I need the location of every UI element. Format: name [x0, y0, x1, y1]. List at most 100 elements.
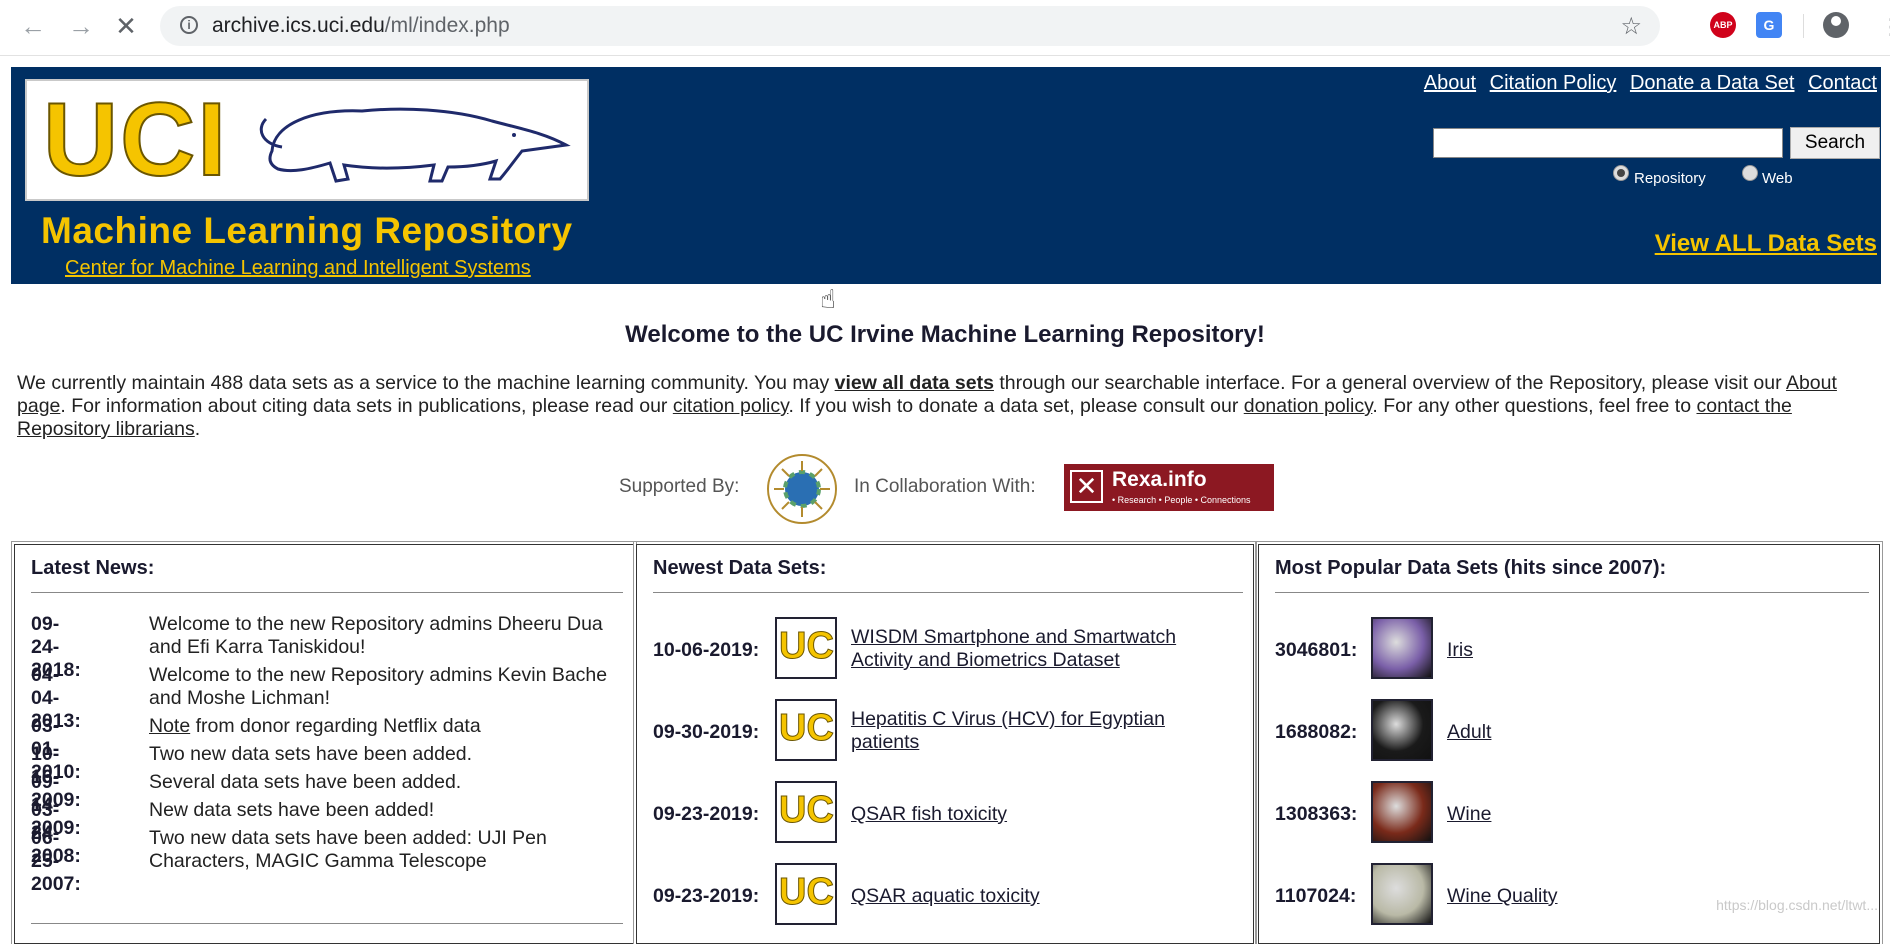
uci-logo[interactable]: UCI: [25, 79, 589, 201]
news-text: Welcome to the new Repository admins Kev…: [149, 664, 608, 709]
back-icon[interactable]: ←: [20, 13, 46, 39]
nsf-logo-icon[interactable]: [766, 453, 838, 525]
nav-citation-policy-link[interactable]: Citation Policy: [1490, 72, 1617, 94]
dataset-link[interactable]: QSAR aquatic toxicity: [851, 885, 1211, 908]
dataset-date: 10-06-2019:: [653, 639, 760, 661]
cmlis-link[interactable]: Center for Machine Learning and Intellig…: [65, 257, 531, 280]
dataset-link[interactable]: WISDM Smartphone and Smartwatch Activity…: [851, 626, 1211, 672]
url-domain: archive.ics.uci.edu: [212, 14, 385, 37]
radio-web[interactable]: [1742, 165, 1758, 181]
intro-text-6: .: [194, 418, 201, 440]
netflix-note-link[interactable]: Note: [149, 715, 190, 737]
watermark-text: https://blog.csdn.net/ltwt...: [1716, 897, 1878, 913]
wine-quality-thumbnail-icon[interactable]: [1371, 863, 1433, 925]
dataset-row: 10-06-2019: UCI WISDM Smartphone and Sma…: [653, 617, 1243, 681]
dataset-link[interactable]: Hepatitis C Virus (HCV) for Egyptian pat…: [851, 708, 1211, 754]
dataset-row: 09-30-2019: UCI Hepatitis C Virus (HCV) …: [653, 699, 1243, 763]
hit-count: 3046801:: [1275, 639, 1358, 661]
popular-datasets-title: Most Popular Data Sets (hits since 2007)…: [1275, 557, 1667, 579]
site-info-icon[interactable]: i: [180, 16, 198, 34]
adblock-plus-icon[interactable]: ABP: [1710, 12, 1736, 38]
profile-avatar-icon[interactable]: [1823, 12, 1849, 38]
latest-news-title: Latest News:: [31, 557, 155, 579]
forward-icon[interactable]: →: [68, 13, 94, 39]
search-button[interactable]: Search: [1790, 127, 1880, 159]
popular-row: 1688082: Adult: [1275, 699, 1865, 763]
news-text: Two new data sets have been added.: [149, 743, 473, 765]
dataset-date: 09-30-2019:: [653, 721, 760, 743]
dataset-date: 09-23-2019:: [653, 803, 760, 825]
news-text: Welcome to the new Repository admins Dhe…: [149, 613, 603, 658]
uci-thumbnail-icon[interactable]: UCI: [775, 699, 837, 761]
iris-thumbnail-icon[interactable]: [1371, 617, 1433, 679]
dataset-link[interactable]: QSAR fish toxicity: [851, 803, 1211, 826]
radio-web-label: Web: [1762, 170, 1793, 187]
latest-news-panel: Latest News: 09-24-2018: Welcome to the …: [11, 541, 637, 944]
top-nav: About Citation Policy Donate a Data Set …: [1416, 72, 1877, 95]
bookmark-star-icon[interactable]: ☆: [1620, 12, 1642, 41]
news-text: New data sets have been added!: [149, 799, 435, 821]
news-text: Note from donor regarding Netflix data: [149, 715, 639, 738]
donation-policy-link[interactable]: donation policy: [1244, 395, 1373, 417]
rexa-x-icon: ✕: [1070, 470, 1103, 503]
newest-datasets-panel: Newest Data Sets: 10-06-2019: UCI WISDM …: [633, 541, 1257, 944]
divider: [653, 592, 1243, 593]
stop-loading-icon[interactable]: ✕: [114, 13, 138, 39]
nav-contact-link[interactable]: Contact: [1808, 72, 1877, 94]
hit-count: 1688082:: [1275, 721, 1358, 743]
search-input[interactable]: [1433, 128, 1783, 158]
hit-count: 1308363:: [1275, 803, 1358, 825]
wine-thumbnail-icon[interactable]: [1371, 781, 1433, 843]
adult-thumbnail-icon[interactable]: [1371, 699, 1433, 761]
popular-datasets-panel: Most Popular Data Sets (hits since 2007)…: [1255, 541, 1883, 944]
dataset-link[interactable]: Iris: [1447, 639, 1807, 662]
news-date: 06-25-2007:: [31, 827, 81, 895]
nav-about-link[interactable]: About: [1424, 72, 1476, 94]
hand-cursor-icon: ☝: [820, 284, 836, 314]
supported-by-label: Supported By:: [619, 476, 740, 497]
news-text: Several data sets have been added.: [149, 771, 462, 793]
intro-text-2: through our searchable interface. For a …: [993, 372, 1786, 394]
intro-text-5: . For any other questions, feel free to: [1372, 395, 1697, 417]
popular-row: 1107024: Wine Quality: [1275, 863, 1865, 927]
popular-row: 3046801: Iris: [1275, 617, 1865, 681]
news-text: Two new data sets have been added: UJI P…: [149, 827, 547, 872]
uci-thumbnail-icon[interactable]: UCI: [775, 781, 837, 843]
dataset-link[interactable]: Wine: [1447, 803, 1807, 826]
divider: [31, 923, 623, 924]
uci-thumbnail-icon[interactable]: UCI: [775, 617, 837, 679]
dataset-row: 09-23-2019: UCI QSAR aquatic toxicity: [653, 863, 1243, 927]
welcome-heading: Welcome to the UC Irvine Machine Learnin…: [625, 321, 1265, 348]
toolbar-separator: [1803, 14, 1804, 38]
intro-text-1: We currently maintain 488 data sets as a…: [17, 372, 835, 394]
divider: [1275, 592, 1869, 593]
logo-uci-text: UCI: [42, 82, 229, 198]
divider: [31, 592, 623, 593]
popular-row: 1308363: Wine: [1275, 781, 1865, 845]
dataset-link[interactable]: Adult: [1447, 721, 1807, 744]
nav-donate-link[interactable]: Donate a Data Set: [1630, 72, 1795, 94]
url-path: /ml/index.php: [384, 14, 510, 37]
newest-datasets-title: Newest Data Sets:: [653, 557, 827, 579]
rexa-name: Rexa.info: [1112, 468, 1207, 491]
dataset-date: 09-23-2019:: [653, 885, 760, 907]
intro-paragraph: We currently maintain 488 data sets as a…: [17, 372, 1877, 441]
hit-count: 1107024:: [1275, 885, 1357, 907]
radio-repository-label: Repository: [1634, 170, 1706, 187]
url-text[interactable]: archive.ics.uci.edu/ml/index.php: [212, 14, 510, 38]
address-bar[interactable]: i archive.ics.uci.edu/ml/index.php ☆: [160, 6, 1660, 46]
site-title: Machine Learning Repository: [41, 210, 573, 251]
rexa-logo[interactable]: ✕ Rexa.info • Research • People • Connec…: [1064, 464, 1274, 511]
browser-menu-icon[interactable]: ⋮: [1880, 14, 1890, 40]
intro-text-4: . If you wish to donate a data set, plea…: [788, 395, 1244, 417]
radio-repository[interactable]: [1613, 165, 1629, 181]
uci-thumbnail-icon[interactable]: UCI: [775, 863, 837, 925]
view-all-datasets-inline-link[interactable]: view all data sets: [835, 372, 994, 394]
dataset-row: 09-23-2019: UCI QSAR fish toxicity: [653, 781, 1243, 845]
browser-toolbar: ← → ✕ i archive.ics.uci.edu/ml/index.php…: [0, 0, 1890, 56]
google-translate-icon[interactable]: G: [1756, 12, 1782, 38]
citation-policy-link[interactable]: citation policy: [673, 395, 789, 417]
view-all-datasets-link[interactable]: View ALL Data Sets: [1655, 230, 1877, 258]
collaboration-label: In Collaboration With:: [854, 476, 1036, 497]
news-text-tail: from donor regarding Netflix data: [190, 715, 481, 737]
